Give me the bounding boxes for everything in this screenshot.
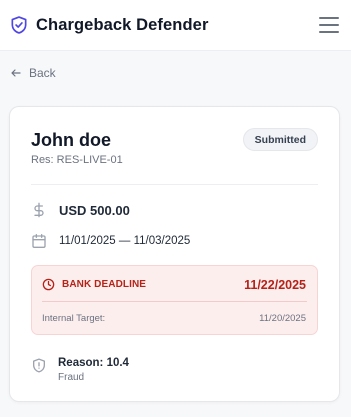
internal-target-date: 11/20/2025 [259,313,306,324]
case-card: John doe Res: RES-LIVE-01 Submitted USD … [9,106,340,402]
internal-target-label: Internal Target: [42,313,106,324]
divider [31,184,318,185]
status-badge: Submitted [242,128,318,151]
arrow-left-icon [11,69,21,77]
calendar-icon [32,234,46,248]
reason-description: Fraud [58,372,85,383]
hamburger-menu-icon [319,17,339,19]
menu-button[interactable] [318,16,340,34]
app-title: Chargeback Defender [36,15,209,34]
reason-row: Reason: 10.4 Fraud [31,357,129,383]
deadline-divider [42,301,307,302]
top-bar: Chargeback Defender [0,0,351,51]
reason-code: Reason: 10.4 [58,357,129,369]
amount-row: USD 500.00 [31,201,130,219]
back-link[interactable]: Back [10,66,56,80]
dollar-icon [34,202,44,218]
back-label: Back [29,66,56,80]
bank-deadline-panel: BANK DEADLINE 11/22/2025 Internal Target… [31,265,318,335]
customer-name: John doe [31,130,111,150]
shield-check-icon [9,15,29,35]
amount-value: USD 500.00 [59,202,130,218]
dates-row: 11/01/2025 — 11/03/2025 [31,233,190,249]
stay-dates: 11/01/2025 — 11/03/2025 [59,235,191,247]
deadline-label: BANK DEADLINE [62,279,147,290]
shield-alert-icon [33,358,45,373]
deadline-date: 11/22/2025 [244,278,306,292]
reservation-id: Res: RES-LIVE-01 [31,154,123,166]
clock-icon [42,278,55,291]
